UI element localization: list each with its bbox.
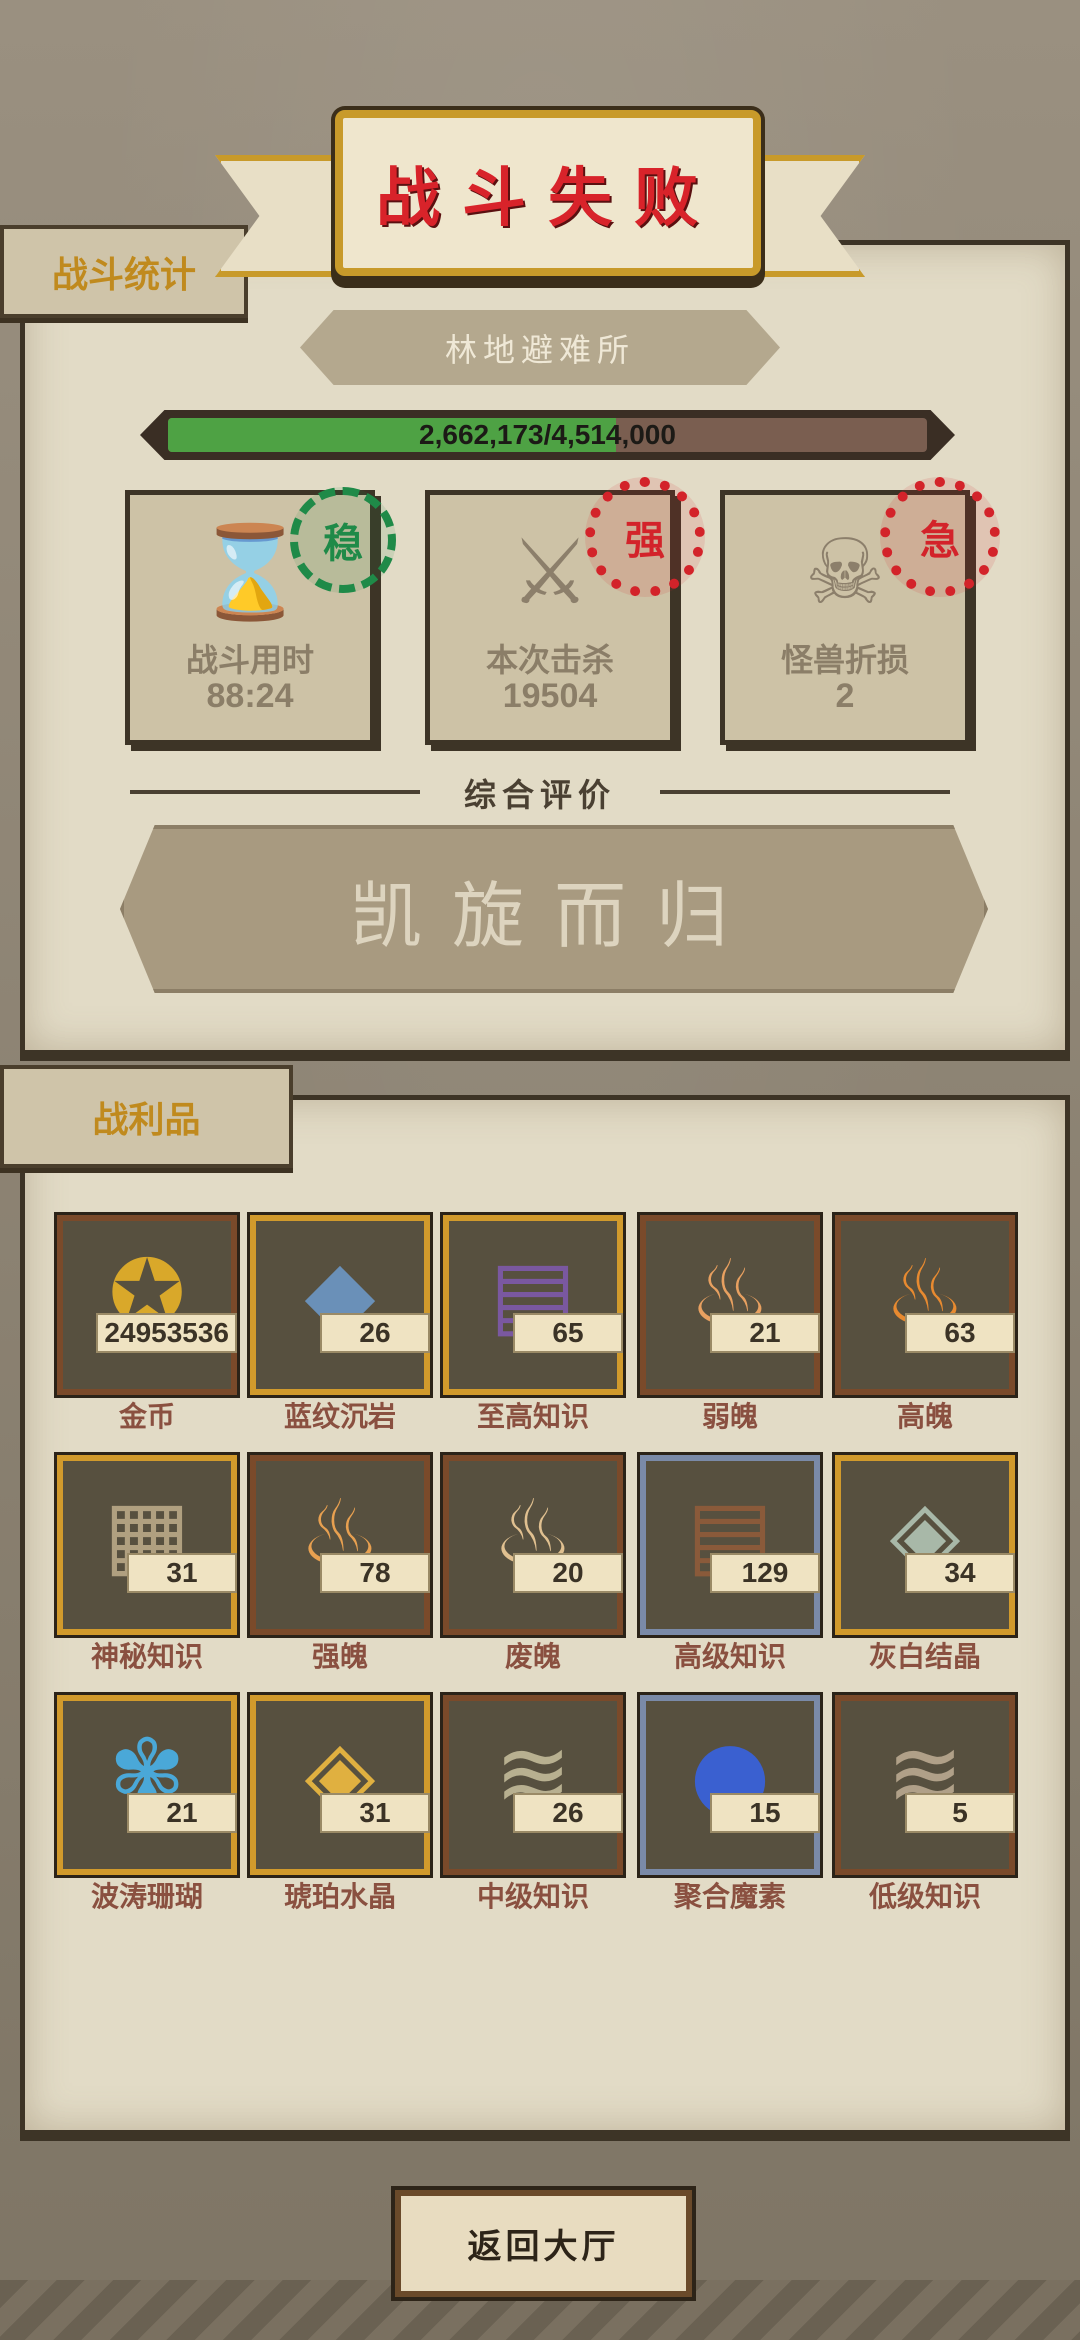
loot-count: 34 <box>905 1553 1015 1593</box>
stat-label: 本次击杀 <box>485 641 614 679</box>
loot-count: 31 <box>320 1793 430 1833</box>
battle-stats-tab: 战斗统计 <box>0 225 248 318</box>
loot-name: 蓝纹沉岩 <box>283 1400 396 1433</box>
loot-count: 129 <box>710 1553 820 1593</box>
loot-name: 至高知识 <box>476 1400 589 1433</box>
stat-label: 怪兽折损 <box>780 641 909 679</box>
loot-name: 废魄 <box>504 1640 561 1673</box>
loot-count: 65 <box>513 1313 623 1353</box>
loot-frame: ♨ 63 <box>835 1215 1015 1395</box>
loot-label: 战利品 <box>92 1098 201 1141</box>
battle-stats-label: 战斗统计 <box>51 253 196 296</box>
loot-item[interactable]: ♨ 21 弱魄 <box>640 1215 820 1433</box>
loot-frame: ◈ 31 <box>250 1695 430 1875</box>
loot-count: 21 <box>127 1793 237 1833</box>
loot-count: 78 <box>320 1553 430 1593</box>
loot-item[interactable]: ♨ 78 强魄 <box>250 1455 430 1673</box>
loot-name: 聚合魔素 <box>673 1880 786 1913</box>
loot-name: 灰白结晶 <box>868 1640 981 1673</box>
loot-frame: ≋ 5 <box>835 1695 1015 1875</box>
loot-count: 24953536 <box>96 1313 237 1353</box>
loot-frame: ✪ 24953536 <box>57 1215 237 1395</box>
loot-name: 琥珀水晶 <box>283 1880 396 1913</box>
loot-frame: ▤ 129 <box>640 1455 820 1635</box>
loot-item[interactable]: ♨ 20 废魄 <box>443 1455 623 1673</box>
loot-count: 26 <box>513 1793 623 1833</box>
divider-right <box>660 790 950 794</box>
stat-label: 战斗用时 <box>185 641 314 679</box>
loot-name: 神秘知识 <box>90 1640 203 1673</box>
stamp-strong-icon: 强 <box>585 477 705 597</box>
stat-value: 88:24 <box>206 677 294 715</box>
progress-text: 2,662,173/4,514,000 <box>419 419 676 450</box>
divider-left <box>130 790 420 794</box>
loot-name: 波涛珊瑚 <box>90 1880 203 1913</box>
loot-count: 26 <box>320 1313 430 1353</box>
loot-frame: ◆ 26 <box>250 1215 430 1395</box>
stat-value: 2 <box>835 677 855 715</box>
loot-item[interactable]: ▦ 31 神秘知识 <box>57 1455 237 1673</box>
loot-item[interactable]: ◈ 34 灰白结晶 <box>835 1455 1015 1673</box>
banner-plaque: 战斗失败 <box>335 110 761 276</box>
loot-name: 金币 <box>118 1400 175 1433</box>
loot-frame: ≋ 26 <box>443 1695 623 1875</box>
loot-item[interactable]: ▤ 129 高级知识 <box>640 1455 820 1673</box>
loot-item[interactable]: ✾ 21 波涛珊瑚 <box>57 1695 237 1913</box>
loot-name: 弱魄 <box>701 1400 758 1433</box>
loot-count: 63 <box>905 1313 1015 1353</box>
loot-count: 15 <box>710 1793 820 1833</box>
loot-name: 高魄 <box>896 1400 953 1433</box>
loot-frame: ▦ 31 <box>57 1455 237 1635</box>
return-lobby-button[interactable]: 返回大厅 <box>395 2190 692 2297</box>
progress-bar: 2,662,173/4,514,000 <box>140 410 955 460</box>
loot-item[interactable]: ● 15 聚合魔素 <box>640 1695 820 1913</box>
loot-frame: ♨ 78 <box>250 1455 430 1635</box>
loot-item[interactable]: ♨ 63 高魄 <box>835 1215 1015 1433</box>
loot-frame: ● 15 <box>640 1695 820 1875</box>
loot-frame: ▤ 65 <box>443 1215 623 1395</box>
loot-item[interactable]: ▤ 65 至高知识 <box>443 1215 623 1433</box>
loot-name: 强魄 <box>311 1640 368 1673</box>
location-name: 林地避难所 <box>444 330 635 369</box>
evaluation-label: 综合评价 <box>463 776 616 814</box>
loot-item[interactable]: ◈ 31 琥珀水晶 <box>250 1695 430 1913</box>
stat-value: 19504 <box>502 677 598 715</box>
loot-item[interactable]: ✪ 24953536 金币 <box>57 1215 237 1433</box>
loot-frame: ♨ 21 <box>640 1215 820 1395</box>
loot-frame: ◈ 34 <box>835 1455 1015 1635</box>
loot-name: 低级知识 <box>868 1880 981 1913</box>
loot-count: 20 <box>513 1553 623 1593</box>
evaluation-result: 凯旋而归 <box>349 873 758 958</box>
return-lobby-label: 返回大厅 <box>467 2227 620 2267</box>
loot-count: 5 <box>905 1793 1015 1833</box>
location-plate: 林地避难所 <box>300 310 780 385</box>
loot-frame: ✾ 21 <box>57 1695 237 1875</box>
loot-count: 31 <box>127 1553 237 1593</box>
loot-frame: ♨ 20 <box>443 1455 623 1635</box>
loot-item[interactable]: ≋ 26 中级知识 <box>443 1695 623 1913</box>
loot-item[interactable]: ≋ 5 低级知识 <box>835 1695 1015 1913</box>
loot-count: 21 <box>710 1313 820 1353</box>
loot-tab: 战利品 <box>0 1065 293 1168</box>
evaluation-banner: 凯旋而归 <box>120 825 988 993</box>
loot-name: 中级知识 <box>476 1880 589 1913</box>
loot-item[interactable]: ◆ 26 蓝纹沉岩 <box>250 1215 430 1433</box>
battle-result-title: 战斗失败 <box>376 161 720 236</box>
loot-name: 高级知识 <box>673 1640 786 1673</box>
result-banner: 战斗失败 <box>215 100 865 285</box>
stamp-stable-icon: 稳 <box>290 487 396 593</box>
stamp-urgent-icon: 急 <box>880 477 1000 597</box>
